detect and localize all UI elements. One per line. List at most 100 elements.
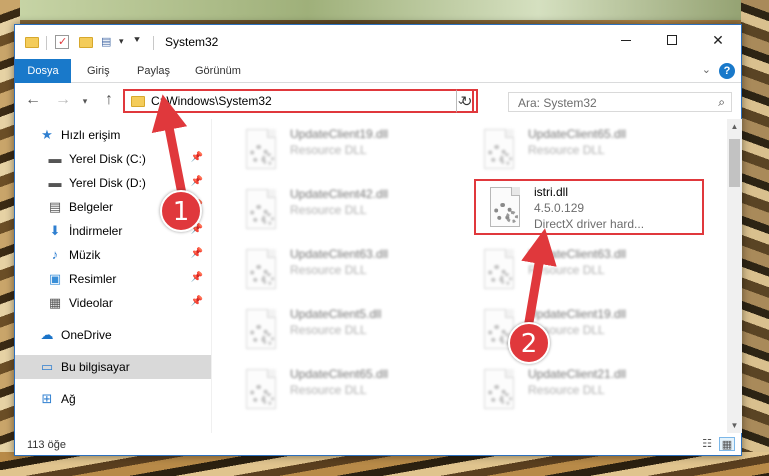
file-description: Resource DLL xyxy=(290,323,367,337)
sidebar-item-label: OneDrive xyxy=(61,328,112,342)
sidebar-item-label: Bu bilgisayar xyxy=(61,360,130,374)
navigation-pane: ★ Hızlı erişim ▬ Yerel Disk (C:) 📌 ▬ Yer… xyxy=(15,119,211,433)
file-description: Resource DLL xyxy=(290,263,367,277)
minimize-icon xyxy=(621,39,631,41)
file-name: UpdateClient63.dll xyxy=(528,247,627,261)
file-item[interactable]: UpdateClient19.dll Resource DLL xyxy=(470,303,700,359)
sidebar-item-label: Müzik xyxy=(69,248,101,262)
tiles-view-icon[interactable]: ▦ xyxy=(719,437,735,451)
scroll-down-icon[interactable]: ▼ xyxy=(727,421,742,430)
pin-icon[interactable]: 📌 xyxy=(191,272,203,283)
address-bar[interactable]: C:\Windows\System32 ⌄ xyxy=(123,89,474,113)
forward-arrow-icon[interactable]: → xyxy=(53,91,73,109)
file-item[interactable]: UpdateClient21.dll Resource DLL xyxy=(470,363,700,419)
dll-file-icon xyxy=(240,189,282,235)
divider xyxy=(153,36,154,50)
pin-icon[interactable]: 📌 xyxy=(191,152,203,163)
pin-icon[interactable]: 📌 xyxy=(191,248,203,259)
dll-file-icon xyxy=(484,187,526,233)
file-name: UpdateClient63.dll xyxy=(290,247,389,261)
file-description: Resource DLL xyxy=(528,263,605,277)
tab-file[interactable]: Dosya xyxy=(15,59,71,83)
file-name: UpdateClient19.dll xyxy=(528,307,627,321)
file-item-istri-dll[interactable]: istri.dll 4.5.0.129 DirectX driver hard.… xyxy=(474,179,704,235)
file-description: Resource DLL xyxy=(528,383,605,397)
pin-icon[interactable]: 📌 xyxy=(191,296,203,307)
expand-ribbon-icon[interactable]: ⌄ xyxy=(702,63,711,76)
new-folder-icon[interactable] xyxy=(79,37,93,48)
search-placeholder: Ara: System32 xyxy=(518,96,597,110)
sidebar-item-quick-access[interactable]: ★ Hızlı erişim xyxy=(15,123,211,147)
sidebar-item-network[interactable]: ⊞ Ağ xyxy=(15,387,211,411)
sidebar-item-drive-c[interactable]: ▬ Yerel Disk (C:) 📌 xyxy=(15,147,211,171)
qa-dropdown-icon[interactable]: ⯆ xyxy=(133,35,141,51)
drive-icon: ▬ xyxy=(48,151,62,166)
back-arrow-icon[interactable]: ← xyxy=(23,91,43,109)
sidebar-item-label: Belgeler xyxy=(69,200,114,214)
cloud-icon: ☁ xyxy=(40,327,54,342)
tab-home[interactable]: Giriş xyxy=(87,59,110,83)
refresh-button[interactable]: ↻ xyxy=(456,89,478,113)
file-version: 4.5.0.129 xyxy=(534,201,585,215)
recent-locations-icon[interactable]: ▾ xyxy=(75,96,95,107)
file-item[interactable]: UpdateClient19.dll Resource DLL xyxy=(232,123,462,179)
dll-file-icon xyxy=(478,129,520,175)
pictures-icon: ▣ xyxy=(48,271,62,286)
address-path[interactable]: C:\Windows\System32 xyxy=(151,94,272,108)
ribbon-tabs: Dosya Giriş Paylaş Görünüm ⌄ ? xyxy=(15,59,741,83)
file-description: DirectX driver hard... xyxy=(534,217,645,231)
dll-file-icon xyxy=(478,249,520,295)
maximize-icon xyxy=(667,35,677,45)
explorer-window: ✓ ▤ ▾ ⯆ System32 ✕ Dosya Giriş Paylaş Gö… xyxy=(14,24,742,456)
file-name: UpdateClient21.dll xyxy=(528,367,627,381)
close-button[interactable]: ✕ xyxy=(695,25,741,55)
network-icon: ⊞ xyxy=(41,391,53,406)
minimize-button[interactable] xyxy=(603,25,649,55)
sidebar-item-pictures[interactable]: ▣ Resimler 📌 xyxy=(15,267,211,291)
file-item[interactable]: UpdateClient65.dll Resource DLL xyxy=(470,123,700,179)
documents-icon: ▤ xyxy=(48,199,62,214)
step-badge-2: 2 xyxy=(508,322,550,364)
file-item[interactable]: UpdateClient63.dll Resource DLL xyxy=(470,243,700,299)
search-icon[interactable]: ⌕ xyxy=(718,95,725,110)
sidebar-item-label: Ağ xyxy=(61,392,76,406)
help-icon[interactable]: ? xyxy=(719,63,735,79)
maximize-button[interactable] xyxy=(649,25,695,55)
tab-view[interactable]: Görünüm xyxy=(195,59,241,83)
step-badge-1: 1 xyxy=(160,190,202,232)
file-name: UpdateClient5.dll xyxy=(290,307,382,321)
file-item[interactable]: UpdateClient5.dll Resource DLL xyxy=(232,303,462,359)
file-name: istri.dll xyxy=(534,185,569,199)
scroll-up-icon[interactable]: ▲ xyxy=(727,122,742,131)
customize-icon[interactable]: ▤ xyxy=(101,35,117,49)
sidebar-item-onedrive[interactable]: ☁ OneDrive xyxy=(15,323,211,347)
sidebar-item-label: Videolar xyxy=(69,296,113,310)
folder-icon xyxy=(25,37,39,48)
search-input[interactable]: Ara: System32 ⌕ xyxy=(508,92,732,112)
file-item[interactable]: UpdateClient63.dll Resource DLL xyxy=(232,243,462,299)
properties-icon[interactable]: ✓ xyxy=(55,35,69,49)
computer-icon: ▭ xyxy=(40,359,54,374)
sidebar-item-this-pc[interactable]: ▭ Bu bilgisayar xyxy=(15,355,211,379)
folder-icon xyxy=(131,96,145,107)
sidebar-item-videos[interactable]: ▦ Videolar 📌 xyxy=(15,291,211,315)
dll-file-icon xyxy=(240,129,282,175)
status-bar: 113 öğe ☷ ▦ xyxy=(15,433,741,455)
music-icon: ♪ xyxy=(51,247,59,262)
details-view-icon[interactable]: ☷ xyxy=(699,437,715,451)
vertical-scrollbar[interactable]: ▲ ▼ xyxy=(727,119,742,433)
tab-share[interactable]: Paylaş xyxy=(137,59,170,83)
pin-icon[interactable]: 📌 xyxy=(191,176,203,187)
file-name: UpdateClient42.dll xyxy=(290,187,389,201)
sidebar-item-label: Hızlı erişim xyxy=(61,128,121,142)
file-list: UpdateClient19.dll Resource DLL UpdateCl… xyxy=(212,119,727,433)
up-arrow-icon[interactable]: ↑ xyxy=(99,91,119,109)
file-item[interactable]: UpdateClient65.dll Resource DLL xyxy=(232,363,462,419)
chevron-down-icon[interactable]: ▾ xyxy=(119,36,124,52)
drive-icon: ▬ xyxy=(48,175,62,190)
sidebar-item-music[interactable]: ♪ Müzik 📌 xyxy=(15,243,211,267)
file-item[interactable]: UpdateClient42.dll Resource DLL xyxy=(232,183,462,239)
scrollbar-thumb[interactable] xyxy=(729,139,740,187)
videos-icon: ▦ xyxy=(48,295,62,310)
dll-file-icon xyxy=(240,369,282,415)
